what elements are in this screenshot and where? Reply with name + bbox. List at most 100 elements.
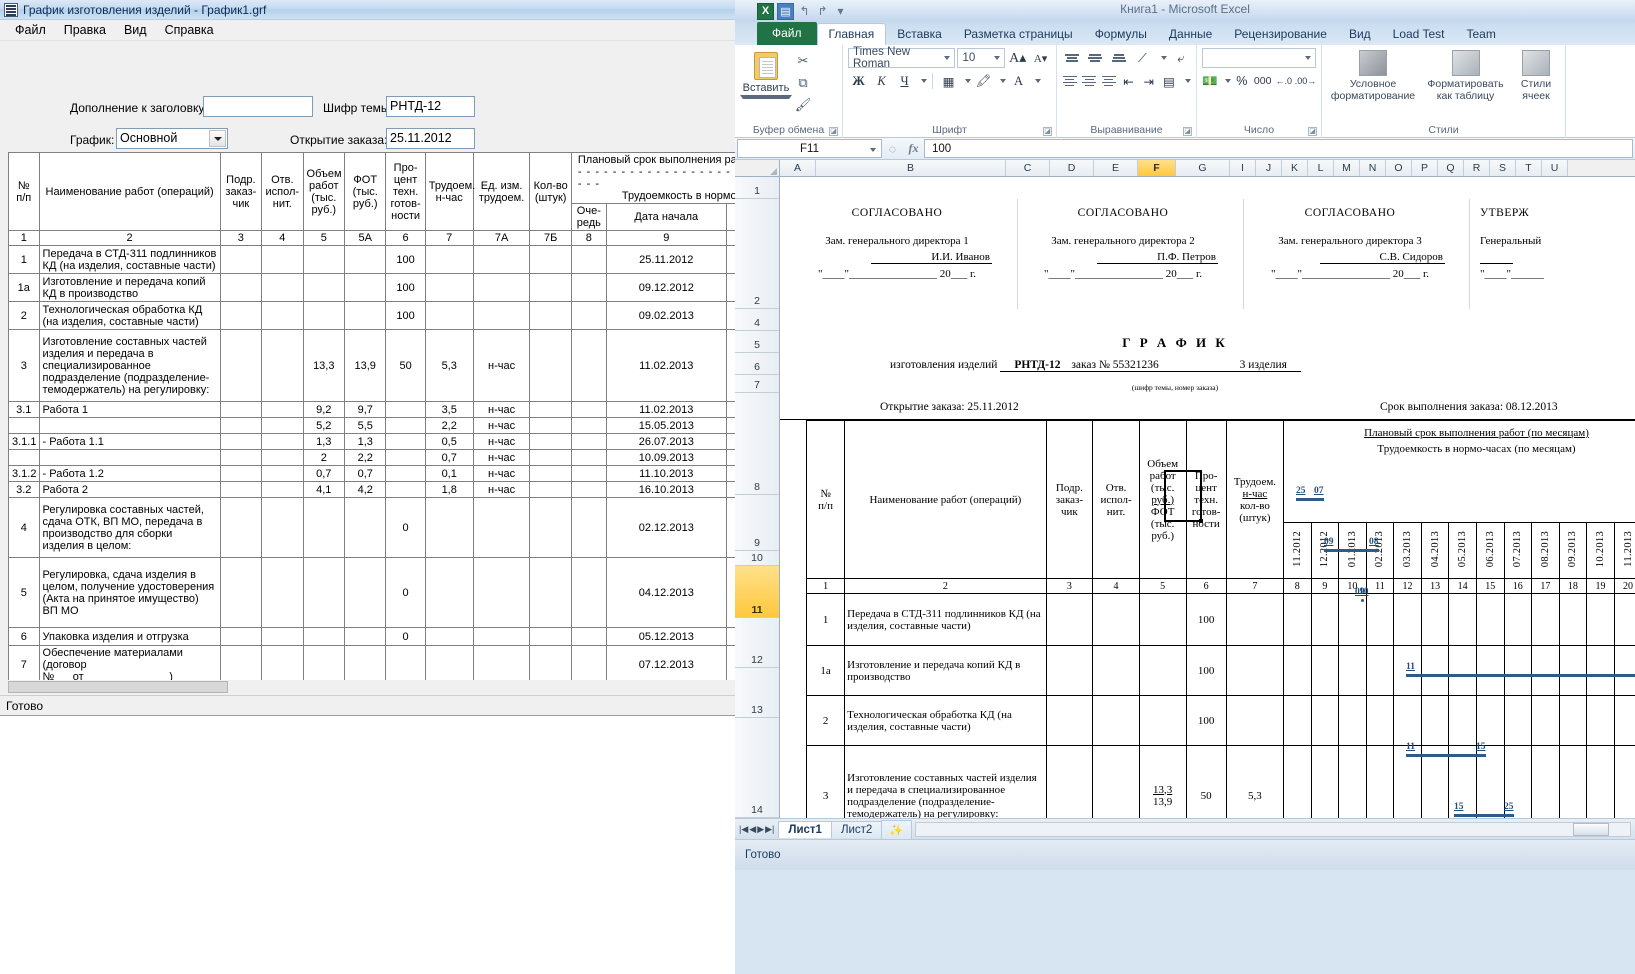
align-middle-icon[interactable] — [1085, 49, 1104, 67]
clipboard-dialog-launcher-icon[interactable]: ◪ — [829, 127, 838, 136]
fill-color-chevron-down-icon[interactable] — [1000, 79, 1006, 83]
doc-cell-name[interactable]: Технологическая обработка КД (на изделия… — [845, 696, 1046, 746]
doc-table-row[interactable]: 1Передача в СТД-311 подлинников КД (на и… — [807, 594, 1635, 646]
cell-name[interactable]: Упаковка изделия и отгрузка — [39, 628, 220, 646]
doc-cell-month-5[interactable] — [1421, 696, 1449, 746]
cell-labor[interactable]: 1,8 — [425, 482, 473, 498]
cell-name[interactable]: Регулировка составных частей, сдача ОТК,… — [39, 498, 220, 558]
column-header-E[interactable]: E — [1094, 160, 1138, 176]
cell-name[interactable]: Обеспечение материалами (договор №___от_… — [39, 646, 220, 681]
cell-podr[interactable] — [220, 402, 261, 418]
cell-qty[interactable] — [530, 498, 571, 558]
ribbon[interactable]: Вставить ✂ ⧉ 🖌 Буфер обмена ◪ Times New … — [735, 45, 1635, 138]
cell-num[interactable]: 3.1.2 — [9, 466, 40, 482]
cell-labor[interactable] — [425, 274, 473, 302]
column-header-N[interactable]: N — [1360, 160, 1386, 176]
cell-otv[interactable] — [262, 302, 303, 330]
cell-volume[interactable] — [303, 628, 344, 646]
table-row[interactable]: 3.2Работа 24,14,21,8н-час16.10.201301 — [9, 482, 737, 498]
cell-queue[interactable] — [571, 330, 606, 402]
doc-cell-month-7[interactable] — [1476, 696, 1504, 746]
cell-percent[interactable]: 100 — [386, 246, 425, 274]
format-painter-icon[interactable]: 🖌 — [792, 95, 814, 115]
cell-unit[interactable] — [473, 628, 530, 646]
doc-cell-month-8[interactable] — [1504, 696, 1532, 746]
align-center-icon[interactable] — [1081, 72, 1096, 90]
increase-indent-icon[interactable]: ⇥ — [1141, 71, 1157, 91]
borders-chevron-down-icon[interactable] — [965, 79, 971, 83]
column-header-R[interactable]: R — [1464, 160, 1490, 176]
table-row[interactable]: 7Обеспечение материалами (договор №___от… — [9, 646, 737, 681]
doc-cell-month-5[interactable] — [1421, 594, 1449, 646]
font-size-select[interactable]: 10 — [957, 48, 1005, 68]
cell-start-date[interactable]: 04.12.2013 — [606, 558, 726, 628]
tab-view[interactable]: Вид — [1338, 24, 1382, 45]
align-right-icon[interactable] — [1101, 72, 1116, 90]
horizontal-scrollbar[interactable] — [915, 822, 1631, 837]
cell-podr[interactable] — [220, 450, 261, 466]
doc-cell-month-6[interactable] — [1449, 646, 1477, 696]
cell-otv[interactable] — [262, 402, 303, 418]
cell-unit[interactable] — [473, 558, 530, 628]
cell-percent[interactable]: 100 — [386, 274, 425, 302]
cell-volume[interactable]: 5,2 — [303, 418, 344, 434]
doc-cell-month-2[interactable] — [1339, 696, 1367, 746]
cell-num[interactable]: 3.1.1 — [9, 434, 40, 450]
cell-percent[interactable]: 0 — [386, 558, 425, 628]
column-header-F[interactable]: F — [1138, 160, 1176, 176]
doc-cell-podr[interactable] — [1046, 646, 1093, 696]
column-header-C[interactable]: C — [1006, 160, 1050, 176]
cell-labor[interactable] — [425, 628, 473, 646]
table-row[interactable]: 5Регулировка, сдача изделия в целом, пол… — [9, 558, 737, 628]
cell-start-date[interactable]: 25.11.2012 — [606, 246, 726, 274]
copy-icon[interactable]: ⧉ — [792, 73, 814, 93]
table-row[interactable]: 22,20,7н-час10.09.201310 — [9, 450, 737, 466]
cell-start-date[interactable]: 16.10.2013 — [606, 482, 726, 498]
cell-fot[interactable]: 5,5 — [345, 418, 386, 434]
cell-num[interactable]: 5 — [9, 558, 40, 628]
cell-qty[interactable] — [530, 646, 571, 681]
cell-volume[interactable] — [303, 646, 344, 681]
cell-name[interactable]: Работа 1 — [39, 402, 220, 418]
doc-cell-labor[interactable] — [1226, 696, 1283, 746]
cell-labor[interactable]: 3,5 — [425, 402, 473, 418]
cell-percent[interactable]: 100 — [386, 302, 425, 330]
cell-podr[interactable] — [220, 274, 261, 302]
doc-cell-month-12[interactable] — [1614, 696, 1635, 746]
cell-start-date[interactable]: 15.05.2013 — [606, 418, 726, 434]
doc-cell-month-2[interactable] — [1339, 646, 1367, 696]
cell-unit[interactable] — [473, 302, 530, 330]
doc-table-row[interactable]: 1аИзготовление и передача копий КД в про… — [807, 646, 1635, 696]
cell-volume[interactable]: 13,3 — [303, 330, 344, 402]
doc-cell-num[interactable]: 1 — [807, 594, 845, 646]
cell-unit[interactable]: н-час — [473, 402, 530, 418]
cell-num[interactable]: 3.1 — [9, 402, 40, 418]
cell-fot[interactable] — [345, 628, 386, 646]
column-header-M[interactable]: M — [1334, 160, 1360, 176]
doc-cell-podr[interactable] — [1046, 594, 1093, 646]
font-dialog-launcher-icon[interactable]: ◪ — [1043, 127, 1052, 136]
cell-start-date[interactable]: 11.10.2013 — [606, 466, 726, 482]
tab-home[interactable]: Главная — [817, 23, 887, 45]
ribbon-tab-strip[interactable]: Файл Главная Вставка Разметка страницы Ф… — [735, 22, 1635, 45]
cell-queue[interactable] — [571, 482, 606, 498]
doc-cell-month-12[interactable] — [1614, 646, 1635, 696]
doc-cell-month-7[interactable] — [1476, 594, 1504, 646]
left-window-titlebar[interactable]: График изготовления изделий - График1.gr… — [0, 0, 743, 20]
column-header-K[interactable]: K — [1282, 160, 1308, 176]
cell-name[interactable]: Изготовление и передача копий КД в произ… — [39, 274, 220, 302]
doc-table-row[interactable]: 2Технологическая обработка КД (на издели… — [807, 696, 1635, 746]
doc-cell-volume[interactable] — [1139, 646, 1186, 696]
cell-queue[interactable] — [571, 646, 606, 681]
tab-insert[interactable]: Вставка — [886, 24, 953, 45]
cell-fot[interactable] — [345, 498, 386, 558]
fill-color-icon[interactable]: 🖍 — [973, 71, 994, 91]
cell-fot[interactable]: 13,9 — [345, 330, 386, 402]
cell-name[interactable]: Работа 2 — [39, 482, 220, 498]
schedule-type-select[interactable]: Основной — [116, 128, 228, 149]
insert-function-icon[interactable]: fx — [903, 141, 924, 156]
cell-name[interactable]: Изготовление составных частей изделия и … — [39, 330, 220, 402]
cell-unit[interactable]: н-час — [473, 330, 530, 402]
menu-item-edit[interactable]: Правка — [55, 21, 115, 39]
cell-name[interactable]: Технологическая обработка КД (на изделия… — [39, 302, 220, 330]
